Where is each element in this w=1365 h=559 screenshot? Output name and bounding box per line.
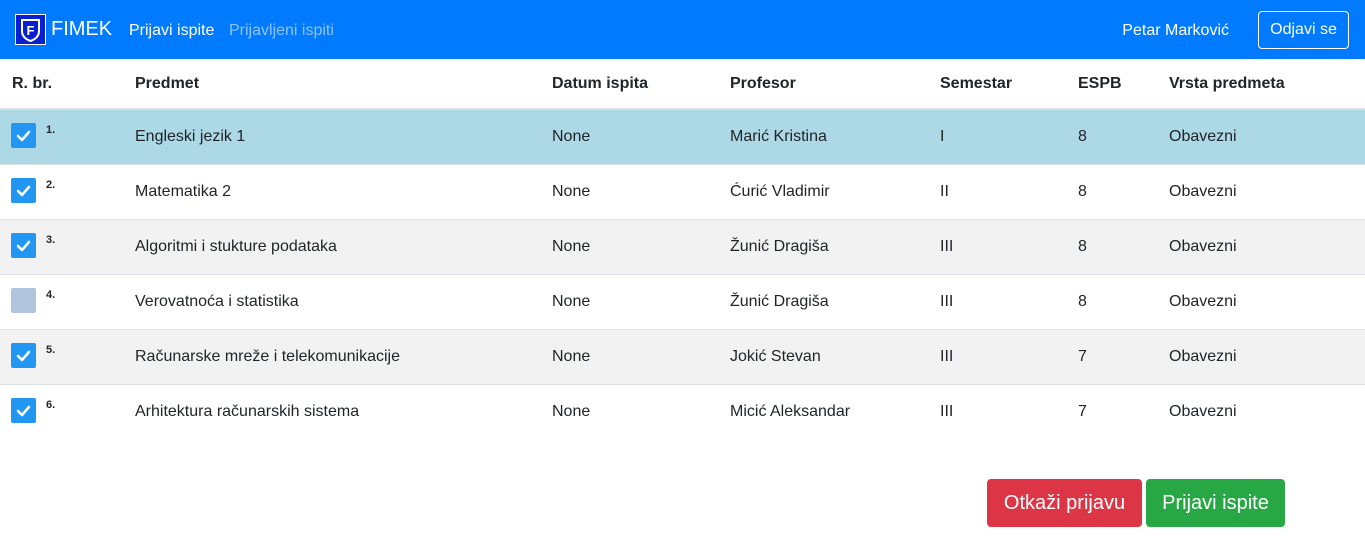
col-header-vrsta: Vrsta predmeta	[1157, 59, 1365, 110]
svg-text:F: F	[27, 23, 35, 38]
cell-espb: 8	[1066, 218, 1157, 274]
row-number: 5.	[46, 343, 56, 356]
cell-rbr: 3.	[0, 218, 123, 274]
cell-semestar: II	[928, 163, 1066, 219]
cell-semestar: III	[928, 273, 1066, 329]
checkmark-icon	[16, 240, 31, 251]
cell-semestar: III	[928, 218, 1066, 274]
cell-rbr: 4.	[0, 273, 123, 329]
cell-predmet: Engleski jezik 1	[123, 108, 540, 164]
table-row[interactable]: 5. Računarske mreže i telekomunikacije Non…	[0, 328, 1365, 384]
checkmark-icon	[16, 185, 31, 196]
cell-vrsta: Obavezni	[1157, 218, 1365, 274]
col-header-profesor: Profesor	[718, 59, 928, 110]
col-header-espb: ESPB	[1066, 59, 1157, 110]
row-checkbox[interactable]	[11, 232, 36, 258]
row-checkbox[interactable]	[11, 123, 36, 148]
col-header-datum: Datum ispita	[540, 59, 718, 110]
cell-predmet: Verovatnoća i statistika	[123, 273, 540, 329]
cell-espb: 8	[1066, 108, 1157, 164]
cell-profesor: Žunić Dragiša	[718, 273, 928, 329]
cell-vrsta: Obavezni	[1157, 328, 1365, 384]
table-row[interactable]: 1. Engleski jezik 1 None Marić Kristina I 8 Ob…	[0, 108, 1365, 164]
cell-profesor: Ćurić Vladimir	[718, 163, 928, 219]
register-exams-button[interactable]: Prijavi ispite	[1146, 479, 1285, 527]
cell-rbr: 6.	[0, 383, 123, 439]
cell-datum: None	[540, 108, 718, 164]
cell-predmet: Algoritmi i stukture podataka	[123, 218, 540, 274]
cell-vrsta: Obavezni	[1157, 108, 1365, 164]
row-number: 1.	[46, 124, 56, 136]
cell-vrsta: Obavezni	[1157, 383, 1365, 439]
cancel-registration-button[interactable]: Otkaži prijavu	[987, 479, 1142, 527]
fimek-logo-icon[interactable]: F	[15, 14, 46, 45]
user-name: Petar Marković	[1122, 22, 1229, 39]
cell-profesor: Žunić Dragiša	[718, 218, 928, 274]
checkmark-icon	[16, 130, 31, 142]
top-navbar: F FIMEK Prijavi ispite Prijavljeni ispit…	[0, 0, 1365, 59]
cell-rbr: 1.	[0, 108, 123, 164]
cell-rbr: 5.	[0, 328, 123, 384]
cell-rbr: 2.	[0, 163, 123, 219]
cell-profesor: Jokić Stevan	[718, 328, 928, 384]
cell-profesor: Micić Aleksandar	[718, 383, 928, 439]
checkmark-icon	[16, 405, 31, 416]
row-checkbox[interactable]	[11, 342, 36, 368]
cell-espb: 7	[1066, 383, 1157, 439]
cell-datum: None	[540, 383, 718, 439]
cell-espb: 8	[1066, 273, 1157, 329]
row-checkbox[interactable]	[11, 287, 36, 313]
cell-profesor: Marić Kristina	[718, 108, 928, 164]
table-header-row: R. br. Predmet Datum ispita Profesor Sem…	[0, 59, 1365, 110]
col-header-predmet: Predmet	[123, 59, 540, 110]
cell-espb: 7	[1066, 328, 1157, 384]
table-row[interactable]: 2. Matematika 2 None Ćurić Vladimir II 8 Obave…	[0, 163, 1365, 219]
cell-datum: None	[540, 218, 718, 274]
table-row[interactable]: 6. Arhitektura računarskih sistema None Mic…	[0, 383, 1365, 439]
cell-espb: 8	[1066, 163, 1157, 219]
cell-semestar: III	[928, 328, 1066, 384]
cell-vrsta: Obavezni	[1157, 273, 1365, 329]
cell-semestar: III	[928, 383, 1066, 439]
table-row[interactable]: 3. Algoritmi i stukture podataka None Žunić…	[0, 218, 1365, 274]
brand-name[interactable]: FIMEK	[51, 17, 112, 41]
row-number: 6.	[46, 398, 56, 411]
checkmark-icon	[16, 350, 31, 361]
nav-prijavi-ispite[interactable]: Prijavi ispite	[129, 21, 214, 41]
cell-vrsta: Obavezni	[1157, 163, 1365, 219]
cell-predmet: Arhitektura računarskih sistema	[123, 383, 540, 439]
exam-table: R. br. Predmet Datum ispita Profesor Sem…	[0, 59, 1365, 439]
nav-prijavljeni-ispiti[interactable]: Prijavljeni ispiti	[229, 21, 334, 41]
cell-datum: None	[540, 328, 718, 384]
row-number: 2.	[46, 178, 56, 191]
row-checkbox[interactable]	[11, 397, 36, 423]
cell-datum: None	[540, 273, 718, 329]
col-header-semestar: Semestar	[928, 59, 1066, 110]
table-row[interactable]: 4. Verovatnoća i statistika None Žunić Drag…	[0, 273, 1365, 329]
cell-datum: None	[540, 163, 718, 219]
cell-predmet: Računarske mreže i telekomunikacije	[123, 328, 540, 384]
logout-button[interactable]: Odjavi se	[1258, 11, 1349, 49]
cell-predmet: Matematika 2	[123, 163, 540, 219]
row-number: 3.	[46, 233, 56, 246]
row-checkbox[interactable]	[11, 177, 36, 203]
cell-semestar: I	[928, 108, 1066, 164]
col-header-rbr: R. br.	[0, 59, 123, 110]
row-number: 4.	[46, 288, 56, 301]
